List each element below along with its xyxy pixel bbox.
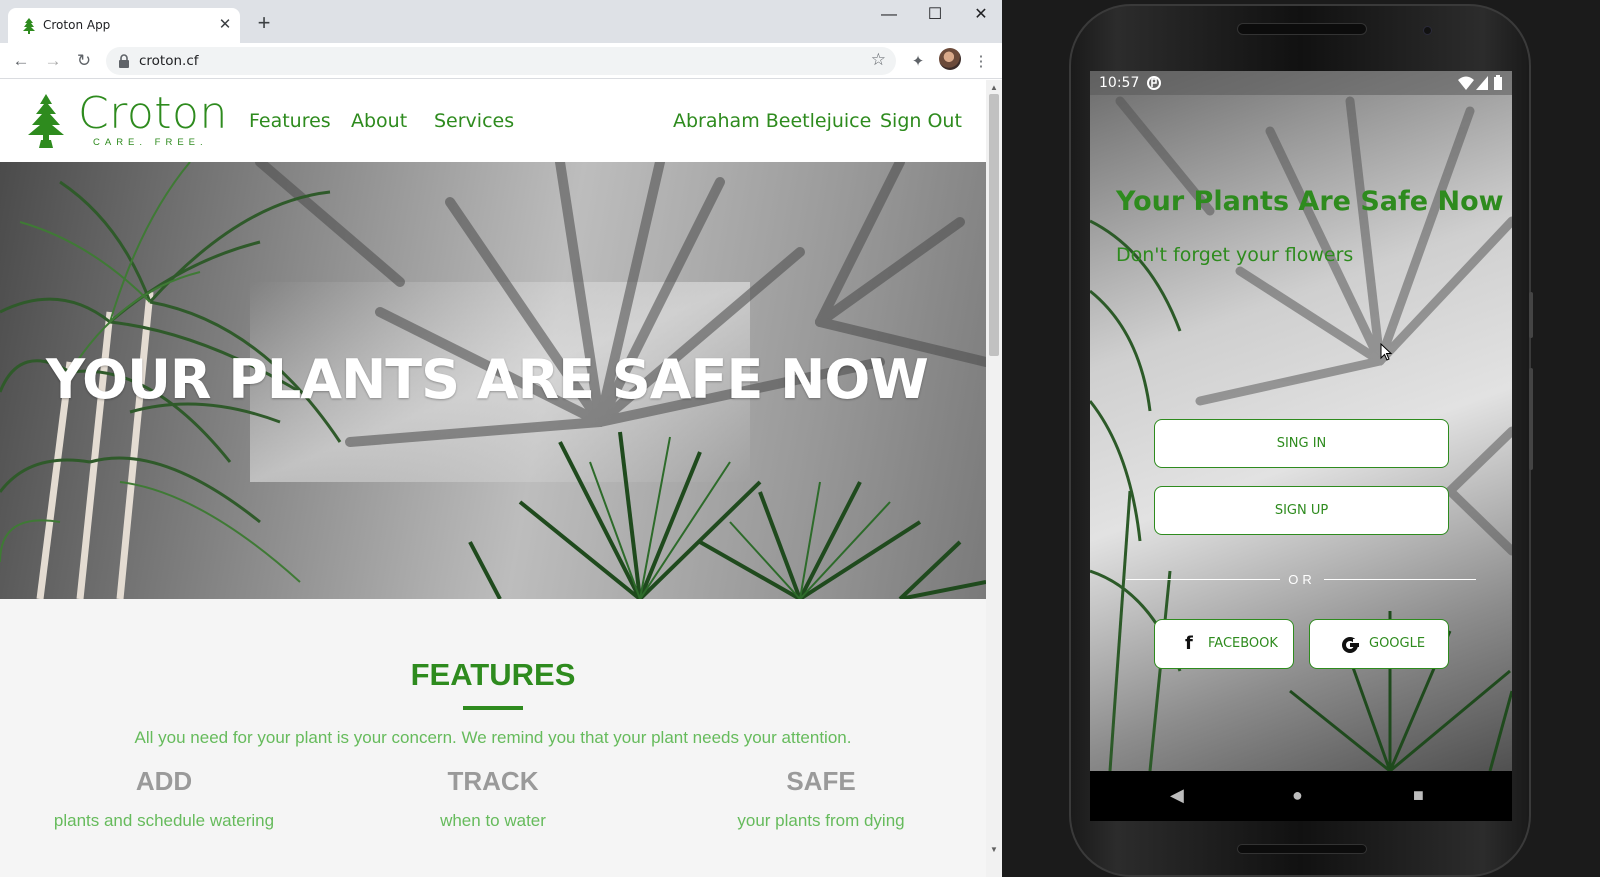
browser-window: Croton App ✕ + — ☐ ✕ ← → ↻ croton.cf ☆ ✦… xyxy=(0,0,1002,877)
volume-button[interactable] xyxy=(1529,292,1533,338)
feature-heading-safe: SAFE xyxy=(786,766,856,796)
url-text: croton.cf xyxy=(139,53,199,69)
feature-heading-track: TRACK xyxy=(447,766,539,796)
facebook-label: FACEBOOK xyxy=(1208,636,1278,651)
or-label: OR xyxy=(1288,572,1316,587)
feature-text-track: when to water xyxy=(440,811,546,830)
tab-title: Croton App xyxy=(43,18,111,32)
logo-name[interactable]: Croton xyxy=(78,88,228,139)
back-triangle-icon[interactable]: ◀ xyxy=(1170,785,1184,806)
android-nav-bar: ◀ ● ■ xyxy=(1090,771,1512,821)
facebook-icon: f xyxy=(1185,633,1193,654)
google-icon xyxy=(1342,637,1359,653)
reload-icon[interactable]: ↻ xyxy=(71,48,97,74)
mouse-cursor-icon xyxy=(1380,343,1392,361)
hero-banner: YOUR PLANTS ARE SAFE NOW xyxy=(0,162,986,599)
google-label: GOOGLE xyxy=(1369,636,1426,651)
sign-in-button[interactable]: SING IN xyxy=(1154,419,1449,468)
or-divider-left xyxy=(1126,579,1280,580)
app-title: Your Plants Are Safe Now xyxy=(1116,186,1504,217)
app-notification-icon xyxy=(1147,76,1161,90)
new-tab-icon[interactable]: + xyxy=(252,12,276,36)
nav-sign-out[interactable]: Sign Out xyxy=(880,110,962,132)
lock-icon xyxy=(119,54,129,68)
features-title: FEATURES xyxy=(410,657,576,692)
close-tab-icon[interactable]: ✕ xyxy=(216,16,234,34)
status-time: 10:57 xyxy=(1099,75,1140,91)
home-circle-icon[interactable]: ● xyxy=(1292,785,1303,806)
nav-user-name[interactable]: Abraham Beetlejuice xyxy=(673,110,871,132)
address-bar[interactable]: croton.cf ☆ xyxy=(106,47,896,75)
battery-icon xyxy=(1494,75,1502,90)
facebook-button[interactable]: f FACEBOOK xyxy=(1154,619,1294,669)
wifi-icon xyxy=(1458,76,1474,90)
minimize-icon[interactable]: — xyxy=(866,0,912,30)
phone-bottom-speaker xyxy=(1237,844,1367,854)
web-page: Croton CARE. FREE. Features About Servic… xyxy=(0,80,986,877)
extensions-icon[interactable]: ✦ xyxy=(907,51,929,73)
nav-about[interactable]: About xyxy=(351,110,407,132)
status-bar: 10:57 xyxy=(1090,71,1512,95)
recents-square-icon[interactable]: ■ xyxy=(1413,785,1424,806)
maximize-icon[interactable]: ☐ xyxy=(912,0,958,30)
logo-tagline: CARE. FREE. xyxy=(93,137,208,148)
features-subtitle: All you need for your plant is your conc… xyxy=(134,728,852,747)
bookmark-star-icon[interactable]: ☆ xyxy=(871,50,886,70)
forward-icon[interactable]: → xyxy=(40,48,66,74)
close-window-icon[interactable]: ✕ xyxy=(958,0,1002,30)
scroll-down-icon[interactable]: ▼ xyxy=(989,845,999,855)
page-scrollbar[interactable]: ▲ ▼ xyxy=(986,80,1002,877)
app-subtitle: Don't forget your flowers xyxy=(1116,244,1354,266)
browser-tab[interactable]: Croton App ✕ xyxy=(8,8,240,43)
google-button[interactable]: GOOGLE xyxy=(1309,619,1449,669)
feature-text-add: plants and schedule watering xyxy=(53,811,275,830)
feature-text-safe: your plants from dying xyxy=(737,811,905,830)
feature-heading-add: ADD xyxy=(135,766,193,796)
site-header: Croton CARE. FREE. Features About Servic… xyxy=(0,80,986,162)
hero-title: YOUR PLANTS ARE SAFE NOW xyxy=(46,348,929,411)
nav-features[interactable]: Features xyxy=(249,110,331,132)
profile-avatar[interactable] xyxy=(939,48,961,70)
sign-up-button[interactable]: SIGN UP xyxy=(1154,486,1449,535)
scroll-thumb[interactable] xyxy=(989,94,999,356)
power-button[interactable] xyxy=(1529,368,1533,470)
phone-speaker xyxy=(1237,23,1367,35)
features-divider xyxy=(463,706,523,710)
back-icon[interactable]: ← xyxy=(8,48,34,74)
nav-services[interactable]: Services xyxy=(434,110,514,132)
croton-favicon-icon xyxy=(23,18,35,34)
browser-toolbar: ← → ↻ croton.cf ☆ ✦ ⋮ xyxy=(0,43,1002,79)
phone-camera xyxy=(1423,26,1432,35)
scroll-up-icon[interactable]: ▲ xyxy=(989,83,999,93)
phone-screen: 10:57 Your Plants Are Safe Now Don't for… xyxy=(1090,71,1512,771)
signal-icon xyxy=(1476,76,1488,90)
tab-strip: Croton App ✕ + — ☐ ✕ xyxy=(0,0,1002,43)
or-divider-right xyxy=(1324,579,1476,580)
croton-logo-icon[interactable] xyxy=(28,94,64,148)
menu-kebab-icon[interactable]: ⋮ xyxy=(970,51,992,73)
